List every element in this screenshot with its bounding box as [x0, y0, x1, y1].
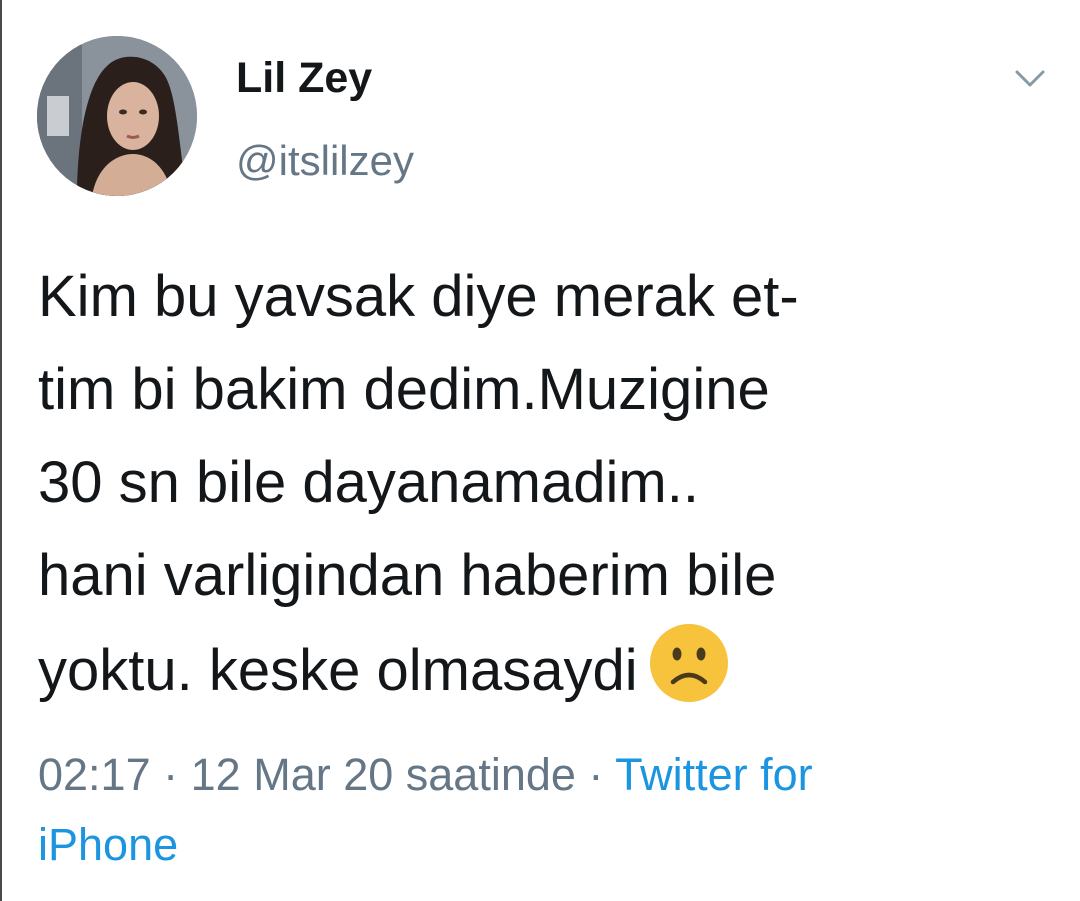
- tweet-text-line-last: yoktu. keske olmasaydi: [38, 622, 1048, 717]
- metadata-line: 02:17 · 12 Mar 20 saatinde · Twitter for: [38, 740, 1038, 810]
- source-link-continued[interactable]: iPhone: [38, 819, 178, 870]
- screen-edge: [0, 0, 2, 901]
- user-handle[interactable]: @itslilzey: [236, 137, 414, 185]
- tweet-text-line: hani varligindan haberim bile: [38, 543, 777, 608]
- frowning-face-emoji-icon: [649, 624, 728, 702]
- separator-dot: ·: [163, 749, 179, 800]
- tweet-date[interactable]: 12 Mar 20 saatinde: [191, 749, 576, 800]
- separator-dot: ·: [588, 749, 604, 800]
- tweet-text-fragment: yoktu. keske olmasaydi: [38, 638, 638, 703]
- tweet-text-line: tim bi bakim dedim.Muzigine: [38, 357, 770, 422]
- tweet-text-line: 30 sn bile dayanamadim..: [38, 450, 699, 515]
- avatar[interactable]: [37, 36, 197, 196]
- metadata-line: iPhone: [38, 810, 1038, 880]
- profile-photo: [37, 36, 197, 196]
- tweet-time[interactable]: 02:17: [38, 749, 151, 800]
- tweet-text: Kim bu yavsak diye merak et- tim bi baki…: [38, 250, 1048, 717]
- display-name[interactable]: Lil Zey: [236, 54, 372, 103]
- tweet-text-line: Kim bu yavsak diye merak et-: [38, 264, 799, 329]
- chevron-down-icon[interactable]: [1014, 68, 1046, 90]
- source-link[interactable]: Twitter for: [615, 749, 813, 800]
- tweet-metadata: 02:17 · 12 Mar 20 saatinde · Twitter for…: [38, 740, 1038, 880]
